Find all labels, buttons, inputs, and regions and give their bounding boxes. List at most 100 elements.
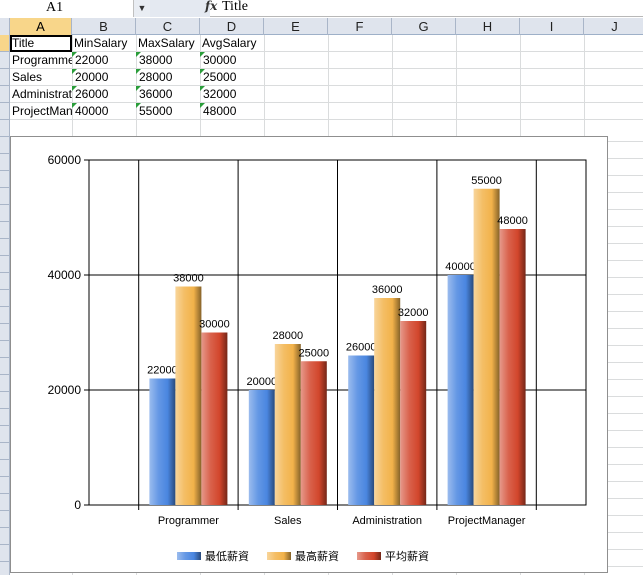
fx-icon[interactable]: fx [205, 0, 217, 13]
row-headers [0, 35, 10, 575]
column-header-d[interactable]: D [200, 18, 264, 35]
cell-d4[interactable]: 32000 [200, 86, 264, 103]
row-header[interactable] [0, 375, 9, 392]
row-header[interactable] [0, 528, 9, 545]
row-header[interactable] [0, 154, 9, 171]
row-header[interactable] [0, 273, 9, 290]
category-label: Programmer [158, 515, 219, 527]
cell-b5[interactable]: 40000 [72, 103, 136, 120]
column-header-a[interactable]: A [10, 18, 72, 35]
cell-c2[interactable]: 38000 [136, 52, 200, 69]
gridline-horizontal [608, 345, 643, 346]
gridline-horizontal [608, 175, 643, 176]
row-header[interactable] [0, 426, 9, 443]
cell-a1[interactable]: Title [10, 35, 72, 52]
gridline-horizontal [608, 413, 643, 414]
gridline-horizontal [608, 192, 643, 193]
row-header[interactable] [0, 120, 9, 137]
column-header-c[interactable]: C [136, 18, 200, 35]
row-header[interactable] [0, 358, 9, 375]
cell-b1[interactable]: MinSalary [72, 35, 136, 52]
row-header[interactable] [0, 511, 9, 528]
gridline-horizontal [608, 532, 643, 533]
cell-d3[interactable]: 25000 [200, 69, 264, 86]
name-box-dropdown-icon[interactable]: ▼ [134, 0, 150, 17]
row-header[interactable] [0, 324, 9, 341]
bar-min [149, 378, 176, 505]
data-label: 26000 [346, 342, 377, 354]
data-label: 55000 [471, 175, 502, 187]
row-header[interactable] [0, 307, 9, 324]
column-header-g[interactable]: G [392, 18, 456, 35]
cell-c3[interactable]: 28000 [136, 69, 200, 86]
cell-a2[interactable]: Programmer [10, 52, 72, 69]
legend-label: 平均薪資 [385, 550, 429, 563]
row-header[interactable] [0, 460, 9, 477]
y-tick-label: 60000 [48, 153, 82, 167]
row-header[interactable] [0, 188, 9, 205]
gridline-horizontal [608, 260, 643, 261]
row-header[interactable] [0, 171, 9, 188]
cell-d2[interactable]: 30000 [200, 52, 264, 69]
bar-max [374, 298, 401, 505]
column-header-e[interactable]: E [264, 18, 328, 35]
row-header[interactable] [0, 35, 9, 52]
column-header-f[interactable]: F [328, 18, 392, 35]
formula-button-area: fx [150, 0, 217, 17]
y-tick-label: 0 [74, 498, 81, 512]
formula-input[interactable]: Title [222, 0, 248, 15]
column-header-j[interactable]: J [584, 18, 643, 35]
row-header[interactable] [0, 409, 9, 426]
row-header[interactable] [0, 52, 9, 69]
cell-d1[interactable]: AvgSalary [200, 35, 264, 52]
data-label: 30000 [199, 319, 230, 331]
data-label: 48000 [497, 215, 528, 227]
row-header[interactable] [0, 222, 9, 239]
row-header[interactable] [0, 103, 9, 120]
row-header[interactable] [0, 341, 9, 358]
cell-b3[interactable]: 20000 [72, 69, 136, 86]
bar-min [248, 390, 275, 505]
name-box[interactable]: A1 [0, 0, 134, 17]
bar-max [274, 344, 301, 505]
gridline-horizontal [608, 447, 643, 448]
row-header[interactable] [0, 86, 9, 103]
cell-b2[interactable]: 22000 [72, 52, 136, 69]
row-header[interactable] [0, 290, 9, 307]
row-header[interactable] [0, 562, 9, 575]
data-label: 20000 [247, 376, 278, 388]
gridline-horizontal [608, 226, 643, 227]
gridline-horizontal [608, 158, 643, 159]
column-header-b[interactable]: B [72, 18, 136, 35]
cell-a3[interactable]: Sales [10, 69, 72, 86]
row-header[interactable] [0, 443, 9, 460]
gridline-horizontal [608, 515, 643, 516]
bar-min [447, 275, 474, 505]
column-header-h[interactable]: H [456, 18, 520, 35]
select-all-corner[interactable] [0, 18, 10, 35]
row-header[interactable] [0, 137, 9, 154]
category-label: Administration [352, 515, 422, 527]
row-header[interactable] [0, 494, 9, 511]
row-header[interactable] [0, 256, 9, 273]
cell-c1[interactable]: MaxSalary [136, 35, 200, 52]
row-header[interactable] [0, 205, 9, 222]
cell-c4[interactable]: 36000 [136, 86, 200, 103]
row-header[interactable] [0, 392, 9, 409]
legend-swatch [357, 552, 381, 560]
row-header[interactable] [0, 477, 9, 494]
data-label: 28000 [273, 330, 304, 342]
cell-d5[interactable]: 48000 [200, 103, 264, 120]
y-tick-label: 20000 [48, 383, 82, 397]
data-label: 40000 [445, 261, 476, 273]
row-header[interactable] [0, 239, 9, 256]
cell-c5[interactable]: 55000 [136, 103, 200, 120]
row-header[interactable] [0, 69, 9, 86]
gridline-horizontal [608, 311, 643, 312]
column-header-i[interactable]: I [520, 18, 584, 35]
cell-a4[interactable]: Administrator [10, 86, 72, 103]
embedded-chart[interactable]: 0 20000 40000 60000 22000 38000 30000 Programme… [10, 136, 608, 573]
cell-b4[interactable]: 26000 [72, 86, 136, 103]
cell-a5[interactable]: ProjectManager [10, 103, 72, 120]
row-header[interactable] [0, 545, 9, 562]
